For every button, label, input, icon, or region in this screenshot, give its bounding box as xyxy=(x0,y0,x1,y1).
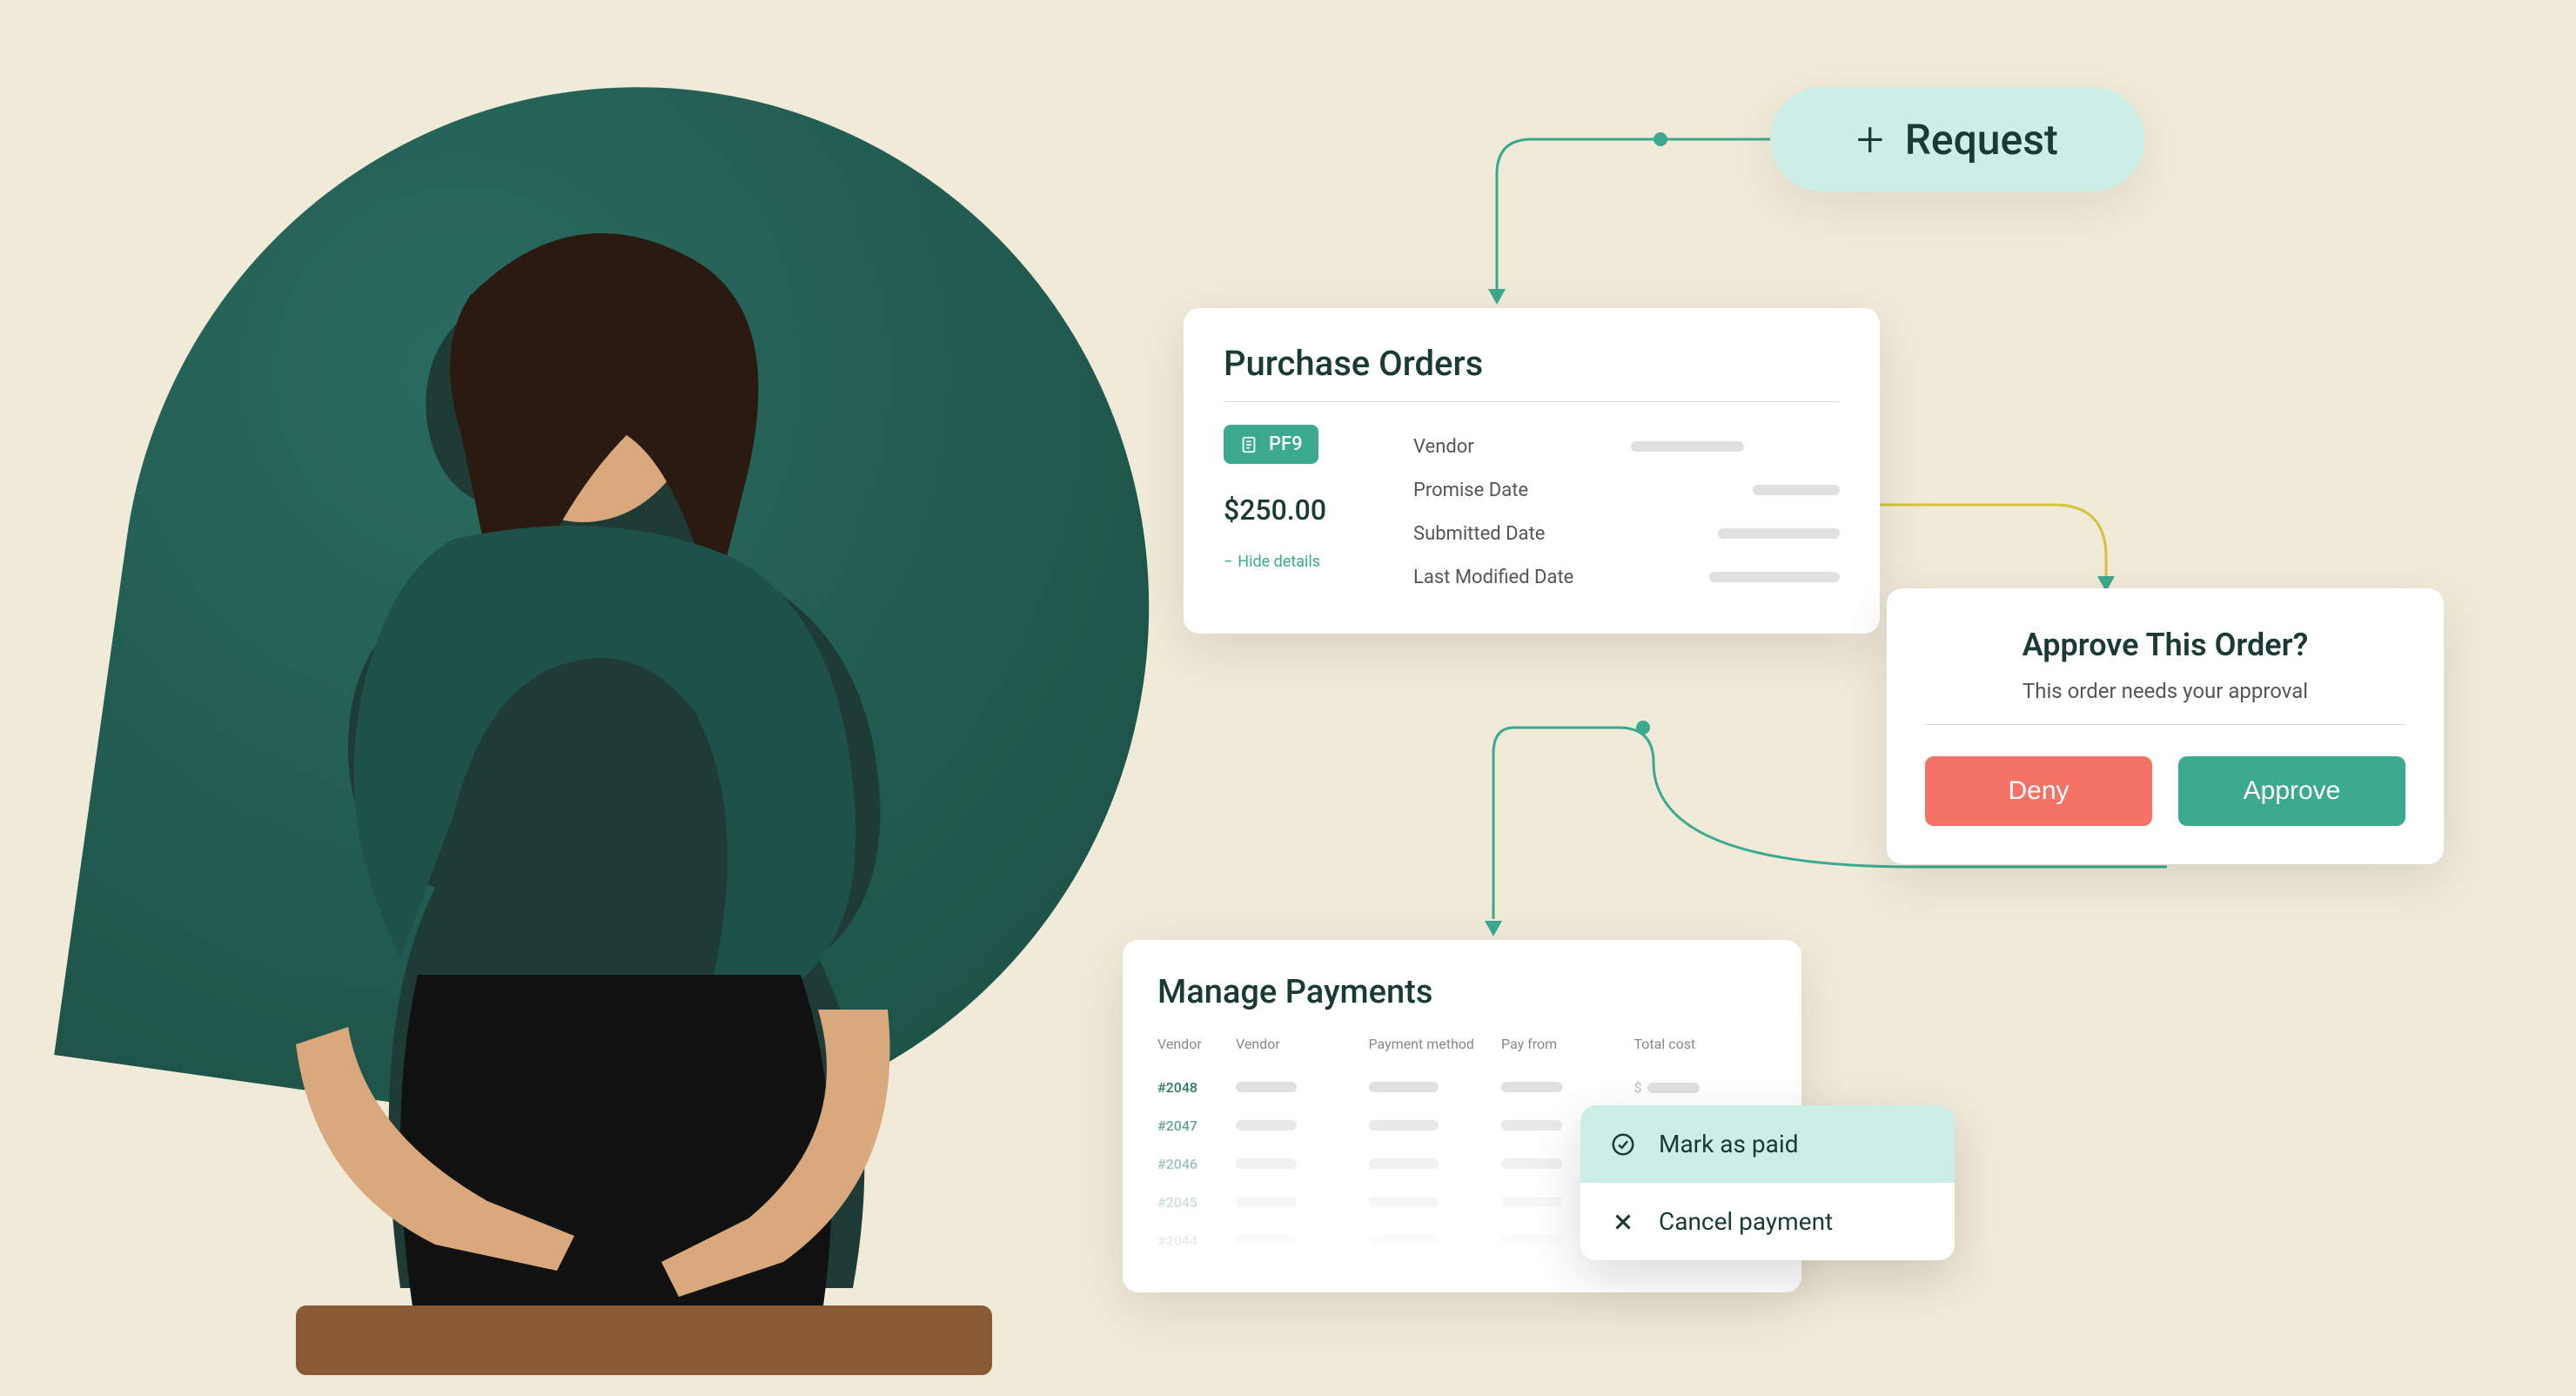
purchase-orders-card: Purchase Orders PF9 $250.00 − Hide detai… xyxy=(1184,308,1880,634)
close-icon xyxy=(1610,1209,1636,1235)
plus-icon: + xyxy=(1856,115,1884,164)
table-header: Vendor Vendor Payment method Pay from To… xyxy=(1157,1036,1767,1052)
field-label: Vendor xyxy=(1413,436,1596,458)
connector-dot xyxy=(1636,721,1650,735)
connector-dot xyxy=(1654,132,1667,146)
mark-as-paid-item[interactable]: Mark as paid xyxy=(1580,1105,1955,1183)
payment-context-menu: Mark as paid Cancel payment xyxy=(1580,1105,1955,1260)
purchase-orders-title: Purchase Orders xyxy=(1224,343,1840,384)
po-badge[interactable]: PF9 xyxy=(1224,425,1318,464)
approve-subtitle: This order needs your approval xyxy=(1925,679,2405,703)
approve-title: Approve This Order? xyxy=(1925,627,2405,663)
hero-person-image xyxy=(87,157,1131,1393)
request-button[interactable]: + Request xyxy=(1770,87,2144,191)
minus-icon: − xyxy=(1224,553,1232,571)
field-label: Submitted Date xyxy=(1413,523,1596,545)
field-label: Promise Date xyxy=(1413,480,1596,501)
hide-details-link[interactable]: − Hide details xyxy=(1224,553,1380,571)
approve-button[interactable]: Approve xyxy=(2178,756,2405,826)
cancel-payment-item[interactable]: Cancel payment xyxy=(1580,1183,1955,1260)
deny-button[interactable]: Deny xyxy=(1925,756,2152,826)
table-row[interactable]: #2048 $ xyxy=(1157,1068,1767,1106)
approve-order-card: Approve This Order? This order needs you… xyxy=(1887,588,2444,864)
request-label: Request xyxy=(1905,115,2058,164)
check-circle-icon xyxy=(1610,1131,1636,1158)
field-label: Last Modified Date xyxy=(1413,567,1596,588)
po-price: $250.00 xyxy=(1224,493,1380,527)
manage-payments-title: Manage Payments xyxy=(1157,973,1767,1011)
document-icon xyxy=(1239,435,1258,454)
